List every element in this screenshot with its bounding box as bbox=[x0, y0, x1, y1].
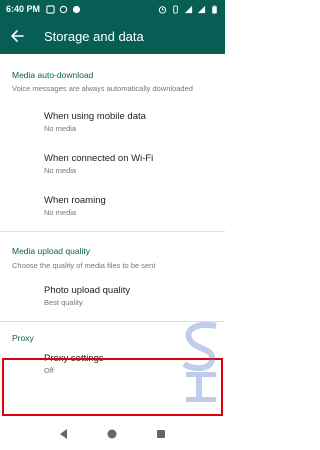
signal-icon bbox=[197, 5, 206, 13]
setting-title: When roaming bbox=[44, 195, 106, 206]
vibrate-icon bbox=[173, 4, 178, 14]
divider bbox=[0, 231, 225, 232]
battery-icon bbox=[212, 4, 217, 14]
setting-photo-upload-quality[interactable]: Photo upload quality Best quality bbox=[0, 285, 225, 307]
navigation-bar bbox=[0, 418, 225, 450]
section-subtitle-media-auto-download: Voice messages are always automatically … bbox=[12, 84, 193, 93]
setting-value: No media bbox=[44, 208, 77, 217]
signal-icon bbox=[184, 5, 193, 13]
recents-square-icon bbox=[156, 430, 165, 438]
whatsapp-icon bbox=[72, 5, 81, 13]
nav-recents-button[interactable] bbox=[151, 424, 171, 444]
sync-icon bbox=[59, 5, 68, 13]
setting-when-connected-on-wifi[interactable]: When connected on Wi-Fi No media bbox=[0, 153, 225, 175]
setting-when-using-mobile-data[interactable]: When using mobile data No media bbox=[0, 111, 225, 133]
status-time: 6:40 PM bbox=[6, 4, 41, 14]
arrow-back-icon bbox=[11, 30, 24, 42]
notification-icon bbox=[46, 4, 55, 14]
back-triangle-icon bbox=[60, 429, 68, 439]
status-bar: 6:40 PM bbox=[0, 0, 225, 18]
section-header-media-upload-quality: Media upload quality bbox=[12, 246, 90, 256]
section-header-media-auto-download: Media auto-download bbox=[12, 70, 94, 80]
app-bar: Storage and data bbox=[0, 18, 225, 54]
back-button[interactable] bbox=[0, 18, 34, 54]
setting-title: Photo upload quality bbox=[44, 285, 131, 296]
home-circle-icon bbox=[107, 429, 117, 439]
setting-value: No media bbox=[44, 166, 77, 175]
section-subtitle-media-upload-quality: Choose the quality of media files to be … bbox=[12, 261, 156, 270]
page-title: Storage and data bbox=[44, 28, 144, 44]
setting-title: When using mobile data bbox=[44, 111, 146, 122]
watermark-logo bbox=[182, 322, 217, 402]
setting-title: When connected on Wi-Fi bbox=[44, 153, 154, 164]
setting-value: Best quality bbox=[44, 298, 83, 307]
nav-back-button[interactable] bbox=[54, 424, 74, 444]
alarm-icon bbox=[158, 5, 167, 14]
nav-home-button[interactable] bbox=[102, 424, 122, 444]
setting-value: No media bbox=[44, 124, 77, 133]
setting-when-roaming[interactable]: When roaming No media bbox=[0, 195, 225, 217]
